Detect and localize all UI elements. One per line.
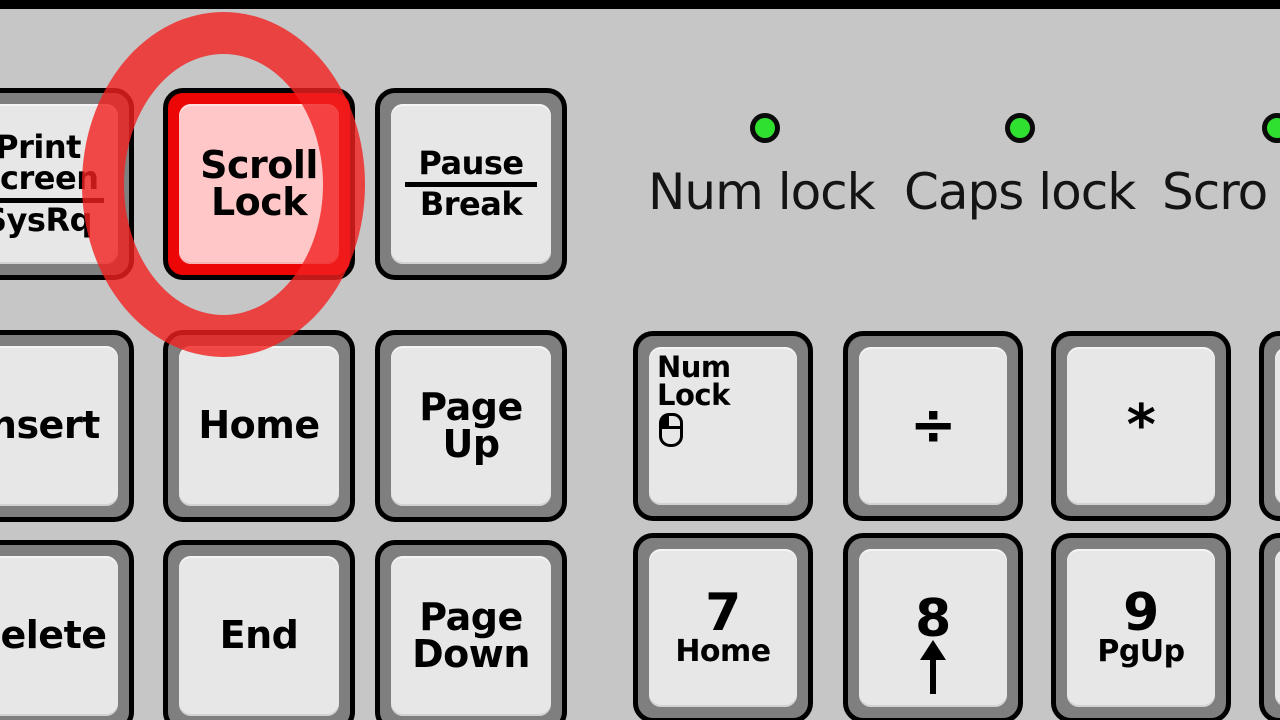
keycap-face: 8 (859, 549, 1007, 707)
key-page-down[interactable]: Page Down (375, 540, 567, 720)
keycap-face: Home (179, 346, 339, 506)
led-label-caps-lock: Caps lock (904, 163, 1136, 221)
key-numpad-divide[interactable]: ÷ (843, 331, 1023, 521)
key-label-8: 8 (915, 588, 951, 649)
keycap-face: End (179, 556, 339, 716)
keycap-face: Page Down (391, 556, 551, 716)
led-label-scroll-lock: Scro (1162, 163, 1268, 221)
keycap-face (1275, 347, 1280, 505)
led-caps-lock (1005, 113, 1035, 143)
key-numpad-7-home[interactable]: 7 Home (633, 533, 813, 720)
key-end[interactable]: End (163, 540, 355, 720)
keycap-face: Page Up (391, 346, 551, 506)
arrow-up-icon (920, 640, 946, 695)
key-label-sysrq: SysRq (0, 200, 93, 239)
key-label-num: Num (657, 350, 731, 384)
key-label-lock: Lock (657, 378, 730, 413)
key-pause-break[interactable]: Pause Break (375, 88, 567, 280)
keycap-face: Delete (0, 556, 118, 716)
led-num-lock (750, 113, 780, 143)
keycap-face-highlighted: Scroll Lock (179, 104, 339, 264)
key-label-end: End (219, 613, 299, 658)
keyboard-illustration: Print Screen SysRq Scroll Lock Pause Bre… (0, 0, 1280, 720)
keycap-face: Pause Break (391, 104, 551, 264)
key-label-delete: Delete (0, 613, 107, 658)
keycap-face: Print Screen SysRq (0, 104, 118, 264)
key-numpad-multiply[interactable]: * (1051, 331, 1231, 521)
key-label-down: Down (412, 632, 530, 676)
key-numpad-plus-partial[interactable] (1259, 533, 1280, 720)
keycap-face: Insert (0, 346, 118, 506)
key-label-pause: Pause (418, 143, 524, 182)
keycap-face: 9 PgUp (1067, 549, 1215, 707)
key-label-divide-symbol: ÷ (909, 392, 957, 458)
key-label-up: Up (442, 422, 500, 466)
key-label-page: Page (419, 594, 523, 639)
key-label-9: 9 (1123, 582, 1159, 643)
led-label-num-lock: Num lock (648, 163, 876, 221)
key-numpad-minus-partial[interactable] (1259, 331, 1280, 521)
key-label-lock: Lock (210, 180, 308, 224)
key-label-screen: Screen (0, 159, 99, 198)
keycap-face: * (1067, 347, 1215, 505)
key-page-up[interactable]: Page Up (375, 330, 567, 522)
keycap-face: Num Lock (649, 347, 797, 505)
key-label-home: Home (198, 403, 320, 448)
key-label-page: Page (419, 384, 523, 429)
key-num-lock[interactable]: Num Lock (633, 331, 813, 521)
keycap-face (1275, 549, 1280, 707)
key-insert[interactable]: Insert (0, 330, 134, 522)
key-label-pgup: PgUp (1097, 633, 1185, 669)
key-label-break: Break (419, 185, 523, 223)
key-label-insert: Insert (0, 403, 100, 448)
key-delete[interactable]: Delete (0, 540, 134, 720)
mouse-icon (659, 412, 683, 447)
keycap-face: 7 Home (649, 549, 797, 707)
led-scroll-lock (1262, 113, 1280, 143)
key-label-7: 7 (705, 582, 741, 643)
key-label-scroll: Scroll (200, 142, 318, 187)
key-label-multiply-symbol: * (1126, 392, 1156, 458)
key-print-screen[interactable]: Print Screen SysRq (0, 88, 134, 280)
keyboard-top-edge (0, 0, 1280, 9)
key-numpad-8-up[interactable]: 8 (843, 533, 1023, 720)
key-label-home: Home (675, 633, 771, 669)
key-scroll-lock[interactable]: Scroll Lock (163, 88, 355, 280)
keycap-face: ÷ (859, 347, 1007, 505)
key-home[interactable]: Home (163, 330, 355, 522)
key-numpad-9-pgup[interactable]: 9 PgUp (1051, 533, 1231, 720)
